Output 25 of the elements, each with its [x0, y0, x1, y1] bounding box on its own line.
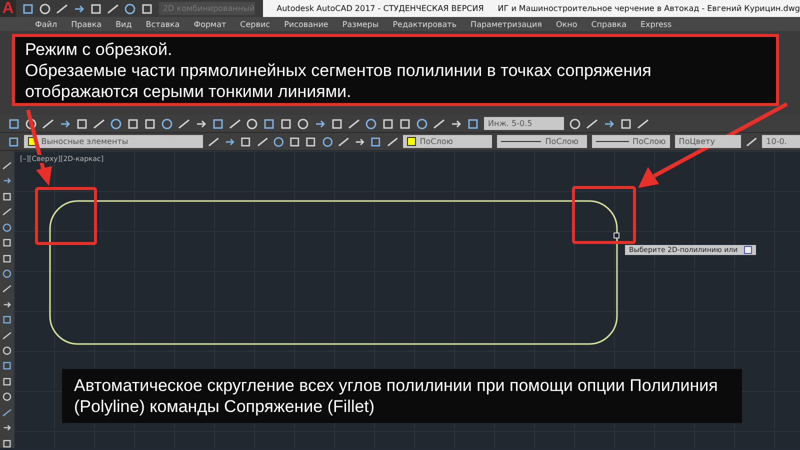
- menu-item[interactable]: Формат: [186, 20, 234, 28]
- menu-item[interactable]: Редактировать: [386, 20, 464, 28]
- menu-item[interactable]: Окно: [548, 20, 584, 28]
- menu-item[interactable]: Параметризация: [464, 20, 549, 28]
- color-dropdown[interactable]: ПоСлою: [402, 135, 492, 148]
- menu-item[interactable]: Файл: [28, 20, 64, 28]
- menu-item[interactable]: Правка: [64, 20, 109, 28]
- caption-text: Автоматическое скругление всех углов полилинии при помощи опции Полилиния (Polyline) команды Сопряжение (Fillet): [62, 369, 742, 423]
- layer-dropdown[interactable]: Выносные элементы: [24, 135, 203, 148]
- linetype-dropdown[interactable]: ПоСлою: [497, 135, 587, 148]
- menu-item[interactable]: Размеры: [335, 20, 386, 28]
- lineweight-dropdown[interactable]: ПоСлою: [592, 135, 670, 148]
- menu-item[interactable]: Рисование: [277, 20, 336, 28]
- callout-title: Режим с обрезкой.: [25, 39, 174, 60]
- plotstyle-dropdown[interactable]: ПоЦвету: [674, 135, 741, 148]
- mleaderstyle-dropdown[interactable]: 10-0.: [762, 135, 800, 148]
- dimstyle-dropdown[interactable]: Инж. 5-0.5: [484, 117, 564, 130]
- menu-item[interactable]: Вид: [108, 20, 139, 28]
- document-title: ИГ и Машиностроительное черчение в Автокад - Евгений Курицин.dwg: [498, 4, 800, 13]
- menu-item[interactable]: Справка: [584, 20, 634, 28]
- window-title: Autodesk AutoCAD 2017 - СТУДЕНЧЕСКАЯ ВЕРСИЯ: [276, 4, 484, 13]
- menu-item[interactable]: Express: [633, 20, 679, 28]
- menu-item[interactable]: Вставка: [138, 20, 187, 28]
- menu-item[interactable]: Сервис: [233, 20, 278, 28]
- callout-text: Обрезаемые части прямолинейных сегментов полилинии в точках сопряжения отображаются серыми тонкими линиями.: [25, 60, 652, 102]
